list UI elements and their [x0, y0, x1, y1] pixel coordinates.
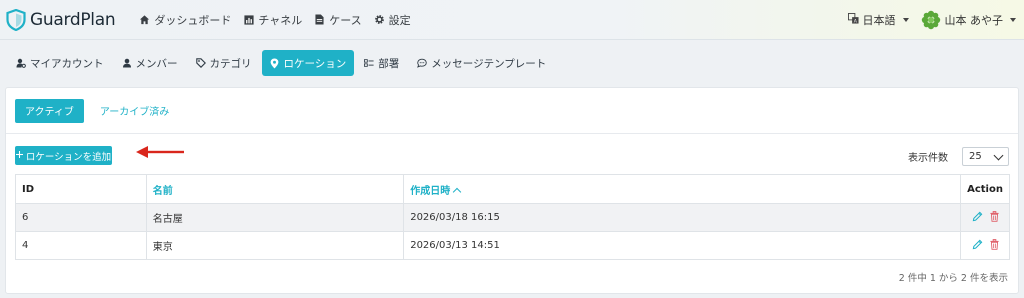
cell-name: 東京 [145, 231, 405, 260]
map-pin-icon [270, 58, 280, 68]
delete-trash-icon[interactable] [989, 238, 999, 253]
tab-members-label: メンバー [135, 57, 178, 70]
cell-actions [960, 231, 1010, 260]
column-header-id[interactable]: ID [15, 174, 147, 204]
tab-location-label: ロケーション [283, 57, 347, 70]
cell-created: 2026/03/13 14:51 [403, 231, 962, 260]
sort-ascending-icon [452, 187, 462, 196]
chart-icon [243, 14, 254, 25]
table-header-row: ID 名前 作成日時 Action [15, 174, 1010, 204]
status-subtabs: アクティブ アーカイブ済み [6, 88, 1018, 134]
language-selector[interactable]: A 日本語 [847, 12, 909, 28]
locations-table: ID 名前 作成日時 Action 6 名古屋 2026/03/18 16:15 [15, 174, 1010, 260]
brand-name: GuardPlan [30, 9, 116, 30]
gear-icon [374, 14, 385, 25]
add-location-button[interactable]: ロケーションを追加 [15, 146, 112, 165]
avatar [921, 10, 941, 30]
column-header-created[interactable]: 作成日時 [403, 174, 962, 204]
cell-created: 2026/03/18 16:15 [403, 203, 962, 232]
top-nav: ダッシュボード チャネル ケース 設定 [139, 12, 411, 28]
settings-tabs: マイアカウント メンバー カテゴリ ロケーション 部署 メッセージテンプレート [0, 40, 1024, 86]
user-gear-icon [16, 58, 26, 68]
nav-settings-label: 設定 [388, 13, 411, 27]
tag-icon [195, 58, 206, 68]
nav-case[interactable]: ケース [314, 12, 362, 28]
tab-department-label: 部署 [378, 57, 400, 70]
document-icon [314, 14, 325, 25]
cell-name: 名古屋 [145, 203, 405, 232]
shield-logo-icon [6, 8, 26, 31]
per-page-label: 表示件数 [908, 153, 948, 164]
cell-id: 4 [15, 231, 147, 260]
edit-pencil-icon[interactable] [972, 239, 983, 253]
tab-my-account[interactable]: マイアカウント [8, 50, 112, 76]
language-label: 日本語 [862, 13, 896, 27]
user-menu[interactable]: 山本 あや子 [921, 10, 1016, 30]
nav-dashboard[interactable]: ダッシュボード [139, 12, 231, 28]
table-row: 4 東京 2026/03/13 14:51 [15, 231, 1010, 260]
red-arrow-annotation-icon [136, 146, 186, 158]
locations-card: アクティブ アーカイブ済み ロケーションを追加 表示件数 25 ID 名前 作成… [5, 87, 1019, 294]
per-page-value: 25 [969, 151, 982, 162]
tab-my-account-label: マイアカウント [30, 57, 104, 70]
nav-channel-label: チャネル [258, 13, 303, 27]
tab-location[interactable]: ロケーション [261, 50, 355, 76]
table-row: 6 名古屋 2026/03/18 16:15 [15, 203, 1010, 232]
caret-down-icon [1010, 17, 1016, 22]
subtab-active[interactable]: アクティブ [15, 98, 84, 123]
brand[interactable]: GuardPlan [6, 8, 116, 31]
subtab-archived[interactable]: アーカイブ済み [90, 99, 179, 123]
cell-actions [960, 203, 1010, 232]
cell-id: 6 [15, 203, 147, 232]
header-right: A 日本語 山本 あや子 [847, 10, 1016, 30]
add-location-label: ロケーションを追加 [25, 151, 112, 163]
per-page-select[interactable]: 25 [962, 147, 1009, 166]
home-icon [139, 14, 150, 25]
delete-trash-icon[interactable] [989, 210, 999, 225]
caret-down-icon [902, 17, 909, 22]
person-icon [122, 58, 132, 68]
tab-message-templates-label: メッセージテンプレート [431, 57, 547, 70]
tab-message-templates[interactable]: メッセージテンプレート [409, 50, 554, 76]
tab-members[interactable]: メンバー [114, 50, 186, 76]
tab-department[interactable]: 部署 [356, 50, 407, 76]
pagination-summary: 2 件中 1 から 2 件を表示 [898, 273, 1008, 284]
nav-channel[interactable]: チャネル [243, 12, 302, 28]
chevron-down-icon [993, 150, 1004, 160]
plus-icon [15, 150, 23, 161]
translate-icon: A [847, 12, 859, 27]
nav-dashboard-label: ダッシュボード [154, 13, 232, 27]
column-header-name[interactable]: 名前 [145, 174, 405, 204]
tab-category-label: カテゴリ [209, 57, 252, 70]
top-header: GuardPlan ダッシュボード チャネル ケース 設定 A 日本語 山本 あ… [0, 0, 1024, 40]
column-header-action: Action [960, 174, 1010, 204]
sliders-icon [364, 58, 374, 68]
user-name: 山本 あや子 [944, 13, 1004, 27]
nav-settings[interactable]: 設定 [374, 12, 411, 28]
per-page-control: 表示件数 25 [908, 147, 1009, 166]
table-toolbar: ロケーションを追加 表示件数 25 [6, 134, 1018, 172]
nav-case-label: ケース [329, 13, 362, 27]
tab-category[interactable]: カテゴリ [188, 50, 260, 76]
chat-icon [417, 58, 428, 68]
edit-pencil-icon[interactable] [972, 211, 983, 225]
